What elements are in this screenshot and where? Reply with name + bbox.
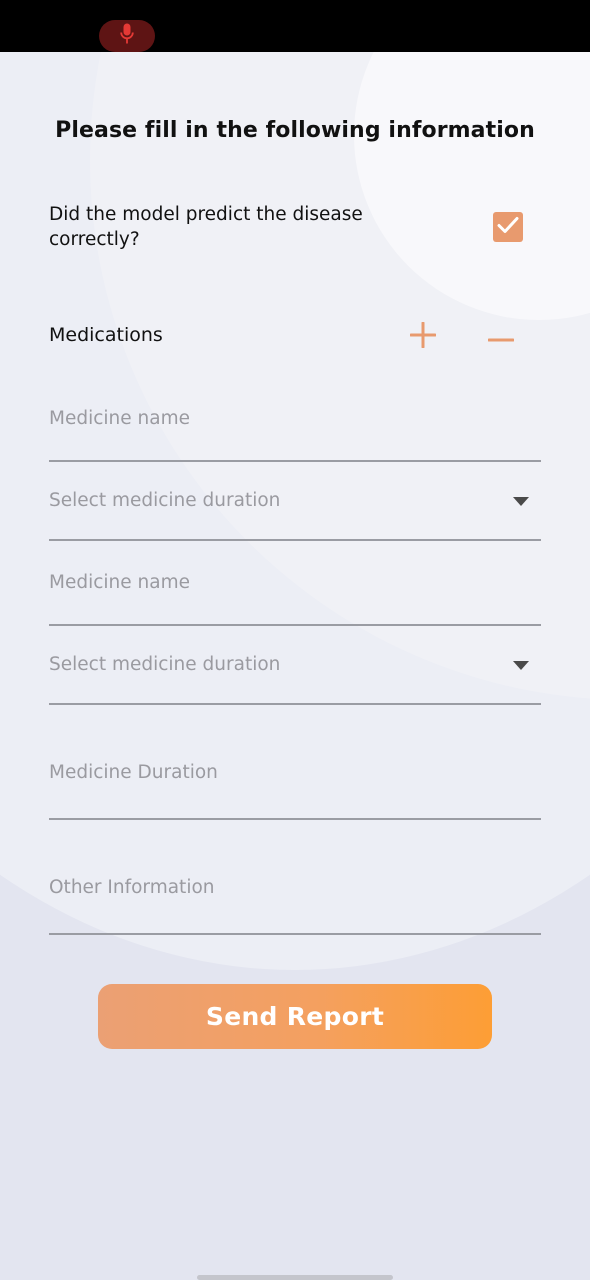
send-report-label: Send Report xyxy=(205,1002,385,1031)
dropdown-arrow-icon xyxy=(513,661,529,670)
home-indicator[interactable] xyxy=(197,1275,393,1280)
medicine-duration-placeholder: Select medicine duration xyxy=(49,654,281,675)
medicine-duration-dropdown[interactable]: Select medicine duration xyxy=(49,462,541,541)
medicine-duration-field-placeholder: Medicine Duration xyxy=(49,762,218,783)
checkmark-icon xyxy=(497,216,519,238)
medicine-name-placeholder: Medicine name xyxy=(49,572,190,593)
medicine-name-placeholder: Medicine name xyxy=(49,408,190,429)
page-title: Please fill in the following information xyxy=(55,118,535,143)
prediction-correct-checkbox[interactable] xyxy=(493,212,523,242)
medicine-name-input[interactable]: Medicine name xyxy=(49,380,541,462)
send-report-button[interactable]: Send Report xyxy=(98,984,492,1049)
dropdown-arrow-icon xyxy=(513,497,529,506)
other-information-input[interactable]: Other Information xyxy=(49,820,541,935)
medications-label: Medications xyxy=(49,324,163,346)
remove-medication-button[interactable] xyxy=(482,318,520,356)
other-information-placeholder: Other Information xyxy=(49,877,215,898)
minus-icon xyxy=(487,328,515,347)
medicine-duration-placeholder: Select medicine duration xyxy=(49,490,281,511)
plus-icon xyxy=(409,321,437,352)
add-medication-button[interactable] xyxy=(404,318,442,356)
medicine-name-input[interactable]: Medicine name xyxy=(49,541,541,626)
status-bar xyxy=(0,0,590,52)
prediction-question-label: Did the model predict the disease correc… xyxy=(49,204,363,250)
microphone-icon xyxy=(120,23,134,49)
medicine-duration-input[interactable]: Medicine Duration xyxy=(49,705,541,820)
app-screen: Please fill in the following information… xyxy=(0,0,590,1280)
mic-indicator xyxy=(99,20,155,52)
medicine-duration-dropdown[interactable]: Select medicine duration xyxy=(49,626,541,705)
